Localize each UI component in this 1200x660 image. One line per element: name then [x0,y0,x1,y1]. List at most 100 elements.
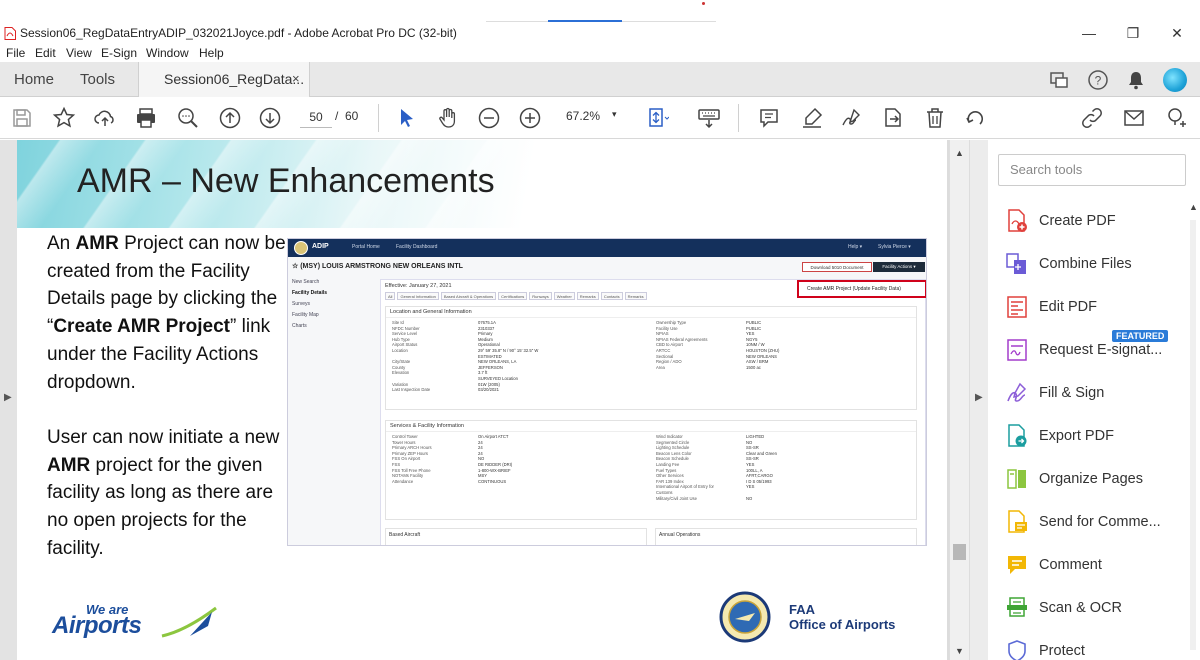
zoom-dropdown-icon[interactable]: ▾ [612,109,617,120]
zoom-in-icon[interactable] [518,106,542,130]
scroll-down-icon[interactable]: ▼ [955,646,964,656]
tab-home[interactable]: Home [14,71,54,88]
email-icon[interactable] [1122,106,1146,130]
help-icon[interactable]: ? [1087,69,1109,91]
rotate-icon[interactable] [963,106,987,130]
title-bar: Session06_RegDataEntryADIP_032021Joyce.p… [0,22,1200,44]
save-icon[interactable] [10,106,34,130]
tool-export-pdf[interactable]: Export PDF [1006,421,1196,451]
share-screen-icon[interactable] [1048,69,1070,91]
page-number-input[interactable]: 50 [300,106,332,128]
tool-label: Create PDF [1039,213,1116,229]
adip-nav-link: Portal Home [352,244,380,250]
notifications-bell-icon[interactable] [1125,69,1147,91]
collapse-right-icon[interactable]: ▶ [975,392,983,403]
adip-tab: Contacts [600,292,623,300]
adip-tab: Runways [529,292,552,300]
window-title: Session06_RegDataEntryADIP_032021Joyce.p… [20,26,457,40]
adip-kv-line: DE RIDDER (DRI) [478,461,513,467]
tool-scan-ocr[interactable]: Scan & OCR [1006,593,1196,623]
tool-label: Edit PDF [1039,299,1098,315]
comment-tool-icon[interactable] [757,106,781,130]
document-scrollbar[interactable]: ▲ ▼ [949,140,969,660]
tool-create-pdf[interactable]: Create PDF [1006,206,1196,236]
right-panel-toggle[interactable]: ▶ [969,140,988,660]
minimize-button[interactable]: — [1066,22,1112,44]
adip-kv-line: Last Inspection Date [392,387,431,393]
tab-document[interactable]: Session06_RegData... × [138,62,310,97]
tool-organize-pages[interactable]: Organize Pages [1006,464,1196,494]
send-comment-icon [1008,510,1027,533]
share-link-icon[interactable] [1080,106,1104,130]
export-pdf-icon [1008,424,1027,447]
close-window-button[interactable]: ✕ [1154,22,1200,44]
page-separator: / [335,109,339,123]
scroll-up-icon[interactable]: ▲ [955,148,964,158]
main-toolbar: 50 / 60 67.2% ▾ [0,97,1200,139]
adip-facility-title: ☆ (MSY) LOUIS ARMSTRONG NEW ORLEANS INTL [292,263,463,270]
tool-fill-sign[interactable]: Fill & Sign [1006,378,1196,408]
adip-sidebar-item: Charts [292,323,307,329]
adip-tab: Remarks [624,292,647,300]
tool-combine-files[interactable]: Combine Files [1006,249,1196,279]
search-zoom-icon[interactable] [176,106,200,130]
select-pointer-icon[interactable] [395,106,419,130]
embedded-adip-screenshot: ADIP Portal Home Facility Dashboard Help… [287,238,927,546]
hand-pan-icon[interactable] [436,106,460,130]
user-avatar[interactable] [1163,68,1187,92]
scrollbar-thumb[interactable] [953,544,966,560]
adip-kv-keys: Wind Indicator Segmented Circle Lighting S… [656,434,714,501]
tool-label: Organize Pages [1039,471,1143,487]
adip-kv-values: PUBLIC PUBLIC YES NGY5 10NM / W HOUSTON (ZHU)… [746,320,779,370]
upload-cloud-icon[interactable] [93,106,117,130]
expand-left-icon[interactable]: ▶ [4,392,12,403]
tool-edit-pdf[interactable]: Edit PDF [1006,292,1196,322]
slide-title: AMR – New Enhancements [77,162,495,200]
zoom-level-select[interactable]: 67.2% [566,109,600,123]
menu-edit[interactable]: Edit [35,46,56,60]
close-tab-icon[interactable]: × [292,71,300,86]
tool-label: Combine Files [1039,256,1132,272]
menu-window[interactable]: Window [146,46,189,60]
tool-label: Scan & OCR [1039,600,1122,616]
tool-protect[interactable]: Protect [1006,636,1196,660]
create-amr-project-highlight: Create AMR Project (Update Facility Data… [797,280,926,298]
print-icon[interactable] [134,106,158,130]
adip-effective-date: Effective: January 27, 2021 [385,283,452,289]
adip-tab: Based Aircraft & Operations [440,292,497,300]
tool-label: Protect [1039,643,1085,659]
search-tools-input[interactable]: Search tools [998,154,1186,186]
tab-tools[interactable]: Tools [80,71,115,88]
scrollbar-track[interactable] [1190,220,1196,650]
menu-esign[interactable]: E-Sign [101,46,137,60]
faa-seal-icon [294,241,308,255]
adip-nav-help: Help ▾ [848,244,863,250]
menu-help[interactable]: Help [199,46,224,60]
svg-text:?: ? [1095,74,1102,88]
next-page-icon[interactable] [258,106,282,130]
tool-send-for-comments[interactable]: Send for Comme... [1006,507,1196,537]
zoom-out-icon[interactable] [477,106,501,130]
sign-pen-icon[interactable] [840,106,864,130]
menu-view[interactable]: View [66,46,92,60]
left-panel-toggle[interactable]: ▶ [0,140,17,660]
scroll-up-icon[interactable]: ▲ [1189,202,1198,212]
menu-file[interactable]: File [6,46,25,60]
send-file-icon[interactable] [881,106,905,130]
acrobat-pdf-icon [4,27,16,40]
adip-kv-values: 07675.1A 2310337 Primary Medium Operational 2… [478,320,538,393]
highlight-pen-icon[interactable] [800,106,824,130]
tools-panel-scrollbar[interactable]: ▲ [1186,200,1200,660]
fit-page-icon[interactable] [645,106,670,130]
add-user-icon[interactable] [1164,106,1188,130]
adip-tab: General Information [397,292,439,300]
bookmark-star-icon[interactable] [52,106,76,130]
previous-page-icon[interactable] [218,106,242,130]
tool-label: Comment [1039,557,1102,573]
restore-button[interactable]: ❐ [1110,22,1156,44]
delete-trash-icon[interactable] [923,106,947,130]
adip-annual-operations-card: Annual Operations [655,528,917,545]
scrolling-mode-icon[interactable] [697,106,721,130]
tool-comment[interactable]: Comment [1006,550,1196,580]
adip-kv-line: CONTINUOUS [478,478,507,484]
